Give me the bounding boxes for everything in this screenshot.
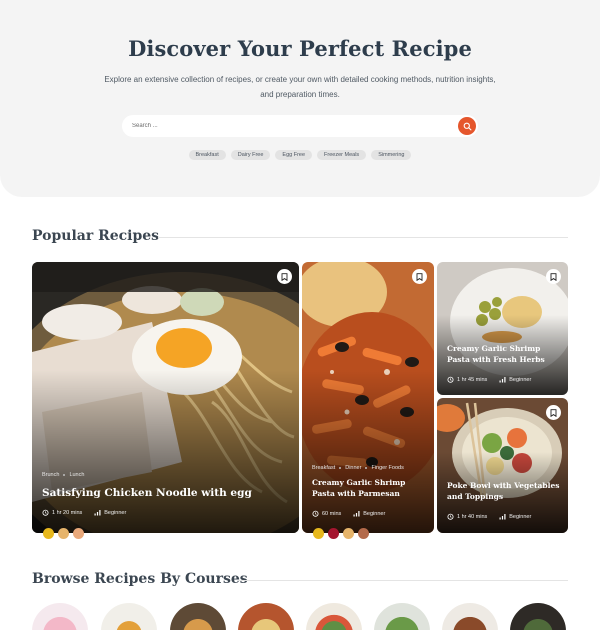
diet-badges bbox=[313, 528, 369, 539]
separator-dot bbox=[339, 466, 342, 469]
recipe-card-poke-bowl[interactable]: Poke Bowl with Vegetables and Toppings 1… bbox=[437, 398, 568, 533]
tag-list: Breakfast Dairy Free Egg Free Freezer Me… bbox=[0, 150, 600, 160]
recipe-title[interactable]: Creamy Garlic Shrimp Pasta with Fresh He… bbox=[447, 344, 565, 366]
tag-freezer-meals[interactable]: Freezer Meals bbox=[317, 150, 367, 160]
recipe-level: Beginner bbox=[94, 509, 126, 516]
section-divider bbox=[238, 580, 568, 581]
recipe-meta: 1 hr 45 mins Beginner bbox=[447, 376, 531, 383]
recipe-level: Beginner bbox=[499, 376, 531, 383]
category-label[interactable]: Dinner bbox=[345, 465, 361, 471]
recipe-time: 60 mins bbox=[312, 510, 341, 517]
difficulty-bars-icon bbox=[499, 514, 506, 520]
recipe-card-pasta[interactable]: Breakfast Dinner Finger Foods Creamy Garli… bbox=[302, 262, 434, 533]
clock-icon bbox=[447, 513, 454, 520]
recipe-categories: Brunch Lunch bbox=[42, 472, 84, 478]
search-icon bbox=[463, 122, 471, 130]
recipe-meta: 1 hr 20 mins Beginner bbox=[42, 509, 126, 516]
bookmark-icon bbox=[550, 408, 557, 417]
clock-icon bbox=[42, 509, 49, 516]
category-label[interactable]: Breakfast bbox=[312, 465, 335, 471]
separator-dot bbox=[365, 466, 368, 469]
search-bar bbox=[122, 115, 478, 137]
course-thumbnail[interactable] bbox=[442, 603, 498, 630]
recipe-title[interactable]: Poke Bowl with Vegetables and Toppings bbox=[447, 481, 567, 503]
recipe-title[interactable]: Creamy Garlic Shrimp Pasta with Parmesan bbox=[312, 478, 430, 500]
difficulty-bars-icon bbox=[353, 511, 360, 517]
bookmark-icon bbox=[281, 272, 288, 281]
diet-badges bbox=[43, 528, 84, 539]
category-label[interactable]: Finger Foods bbox=[371, 465, 403, 471]
tag-egg-free[interactable]: Egg Free bbox=[275, 150, 313, 160]
badge-icon bbox=[43, 528, 54, 539]
category-label[interactable]: Lunch bbox=[69, 472, 84, 478]
badge-icon bbox=[58, 528, 69, 539]
recipe-categories: Breakfast Dinner Finger Foods bbox=[312, 465, 404, 471]
course-thumbnail[interactable] bbox=[306, 603, 362, 630]
search-input[interactable] bbox=[132, 120, 432, 132]
section-divider bbox=[158, 237, 568, 238]
recipe-meta: 1 hr 40 mins Beginner bbox=[447, 513, 531, 520]
search-button[interactable] bbox=[458, 117, 476, 135]
clock-icon bbox=[312, 510, 319, 517]
badge-icon bbox=[343, 528, 354, 539]
difficulty-bars-icon bbox=[94, 510, 101, 516]
badge-icon bbox=[328, 528, 339, 539]
course-thumbnail[interactable] bbox=[374, 603, 430, 630]
image-overlay bbox=[302, 370, 434, 533]
recipe-time: 1 hr 45 mins bbox=[447, 376, 487, 383]
difficulty-bars-icon bbox=[499, 377, 506, 383]
recipe-time: 1 hr 20 mins bbox=[42, 509, 82, 516]
course-thumbnail[interactable] bbox=[170, 603, 226, 630]
tag-dairy-free[interactable]: Dairy Free bbox=[230, 150, 271, 160]
page-title: Discover Your Perfect Recipe bbox=[128, 36, 472, 61]
bookmark-button[interactable] bbox=[412, 269, 427, 284]
clock-icon bbox=[447, 376, 454, 383]
bookmark-button[interactable] bbox=[546, 269, 561, 284]
course-thumbnail[interactable] bbox=[238, 603, 294, 630]
bookmark-icon bbox=[550, 272, 557, 281]
tag-simmering[interactable]: Simmering bbox=[371, 150, 412, 160]
tag-breakfast[interactable]: Breakfast bbox=[188, 150, 226, 160]
recipe-title[interactable]: Satisfying Chicken Noodle with egg bbox=[42, 486, 282, 501]
course-thumbnail[interactable] bbox=[101, 603, 157, 630]
bookmark-button[interactable] bbox=[546, 405, 561, 420]
recipe-card-noodle[interactable]: Brunch Lunch Satisfying Chicken Noodle wi… bbox=[32, 262, 299, 533]
badge-icon bbox=[73, 528, 84, 539]
popular-recipes-heading: Popular Recipes bbox=[32, 228, 160, 244]
category-label[interactable]: Brunch bbox=[42, 472, 59, 478]
badge-icon bbox=[313, 528, 324, 539]
separator-dot bbox=[63, 473, 66, 476]
bookmark-button[interactable] bbox=[277, 269, 292, 284]
badge-icon bbox=[358, 528, 369, 539]
recipe-level: Beginner bbox=[353, 510, 385, 517]
bookmark-icon bbox=[416, 272, 423, 281]
recipe-level: Beginner bbox=[499, 513, 531, 520]
recipe-meta: 60 mins Beginner bbox=[312, 510, 385, 517]
recipe-card-shrimp-herbs[interactable]: Creamy Garlic Shrimp Pasta with Fresh He… bbox=[437, 262, 568, 395]
recipe-time: 1 hr 40 mins bbox=[447, 513, 487, 520]
courses-heading: Browse Recipes By Courses bbox=[32, 571, 248, 587]
course-thumbnail[interactable] bbox=[510, 603, 566, 630]
hero-section: Discover Your Perfect Recipe Explore an … bbox=[0, 0, 600, 197]
hero-description: Explore an extensive collection of recip… bbox=[104, 75, 496, 99]
course-thumbnail[interactable] bbox=[32, 603, 88, 630]
